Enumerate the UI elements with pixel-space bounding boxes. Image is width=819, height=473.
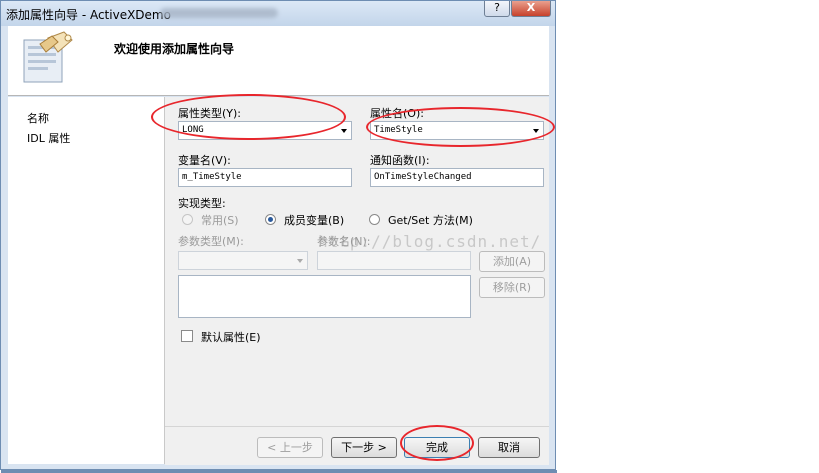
- variable-name-label: 变量名(V):: [178, 154, 231, 167]
- impl-type-stock-label: 常用(S): [201, 214, 239, 227]
- property-name-combo[interactable]: TimeStyle: [370, 121, 544, 140]
- variable-name-field[interactable]: m_TimeStyle: [178, 168, 352, 187]
- param-list[interactable]: [178, 275, 471, 318]
- help-button[interactable]: ?: [484, 1, 510, 17]
- window-title: 添加属性向导 - ActiveXDemo: [6, 8, 171, 22]
- param-type-label: 参数类型(M):: [178, 235, 244, 248]
- add-param-button: 添加(A): [479, 251, 545, 272]
- blurred-project-path: [160, 8, 278, 18]
- property-type-label: 属性类型(Y):: [178, 107, 242, 120]
- property-type-combo[interactable]: LONG: [178, 121, 352, 140]
- impl-type-label: 实现类型:: [178, 197, 226, 210]
- finish-button[interactable]: 完成: [404, 437, 470, 458]
- cancel-button[interactable]: 取消: [478, 437, 540, 458]
- header-title: 欢迎使用添加属性向导: [114, 42, 235, 56]
- next-button[interactable]: 下一步 >: [331, 437, 397, 458]
- param-name-field: [317, 251, 471, 270]
- chevron-down-icon: [533, 129, 539, 133]
- remove-param-button: 移除(R): [479, 277, 545, 298]
- impl-type-radio-stock: [182, 214, 193, 225]
- wizard-icon: [23, 31, 73, 83]
- wizard-header: 欢迎使用添加属性向导: [8, 26, 549, 96]
- back-button: < 上一步: [257, 437, 323, 458]
- default-property-label[interactable]: 默认属性(E): [201, 329, 261, 345]
- property-name-label: 属性名(O):: [370, 107, 424, 120]
- impl-type-radio-get-set[interactable]: [369, 214, 380, 225]
- watermark-text: http://blog.csdn.net/: [318, 232, 542, 251]
- impl-type-get-set-label[interactable]: Get/Set 方法(M): [388, 212, 473, 228]
- notify-function-label: 通知函数(I):: [370, 154, 430, 167]
- notify-function-field[interactable]: OnTimeStyleChanged: [370, 168, 544, 187]
- impl-type-member-variable-label[interactable]: 成员变量(B): [284, 212, 344, 228]
- wizard-content: 属性类型(Y): LONG 属性名(O): TimeStyle 变量名(V): …: [165, 97, 549, 426]
- property-type-value: LONG: [182, 125, 204, 135]
- chevron-down-icon: [297, 259, 303, 263]
- param-type-combo: [178, 251, 308, 270]
- default-property-checkbox[interactable]: [181, 330, 193, 342]
- title-bar[interactable]: 添加属性向导 - ActiveXDemo ? X: [1, 1, 555, 26]
- close-button[interactable]: X: [511, 1, 551, 17]
- impl-type-radio-member-variable[interactable]: [265, 214, 276, 225]
- wizard-nav: 名称 IDL 属性: [8, 97, 165, 464]
- nav-item-idl-attributes[interactable]: IDL 属性: [27, 130, 70, 146]
- wizard-footer: < 上一步 下一步 > 完成 取消: [165, 426, 549, 465]
- nav-item-name[interactable]: 名称: [27, 110, 49, 126]
- property-name-value: TimeStyle: [374, 125, 423, 135]
- chevron-down-icon: [341, 129, 347, 133]
